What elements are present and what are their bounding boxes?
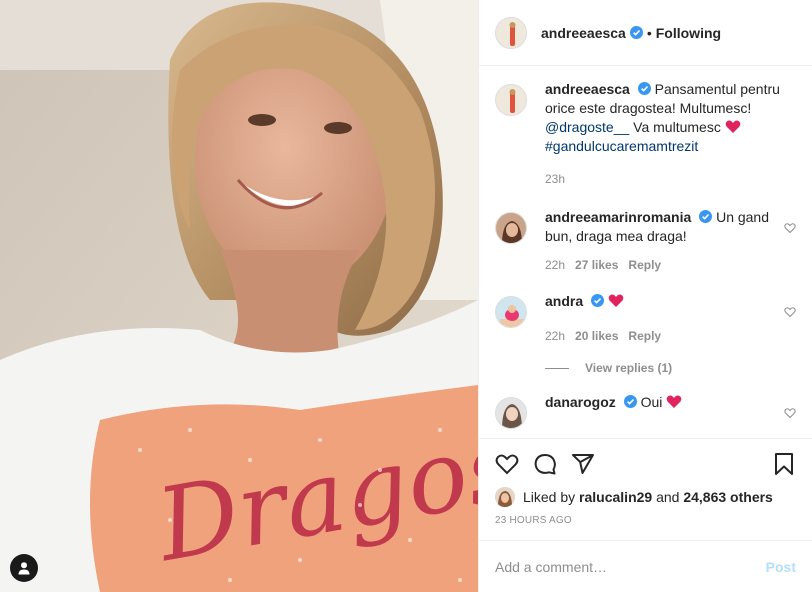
verified-icon: [623, 395, 637, 408]
verified-icon: [591, 294, 605, 307]
photo-scene: Dragoste: [0, 0, 478, 592]
comment-like-heart-icon[interactable]: [784, 407, 796, 419]
mention-link[interactable]: @dragoste__: [545, 119, 629, 135]
avatar[interactable]: [495, 84, 527, 116]
liked-by-user[interactable]: ralucalin29: [579, 489, 652, 505]
verified-icon: [637, 82, 651, 95]
red-heart-emoji-icon: [608, 294, 624, 307]
post-comment-button[interactable]: Post: [766, 559, 796, 575]
comment-input[interactable]: [495, 558, 766, 575]
avatar-image: [496, 297, 526, 327]
avatar-image: [496, 213, 526, 243]
caption-username[interactable]: andreeaesca: [545, 81, 630, 97]
reply-button[interactable]: Reply: [628, 329, 661, 343]
view-replies-label: View replies (1): [585, 361, 673, 375]
comment-username[interactable]: andra: [545, 293, 583, 309]
comment-likes[interactable]: 20 likes: [575, 329, 618, 343]
comment-likes[interactable]: 27 likes: [575, 258, 618, 272]
red-heart-emoji-icon: [725, 120, 741, 133]
comment-item: andra 22h 20 likes Reply: [495, 292, 796, 343]
comment-text: Oui: [640, 394, 663, 410]
liked-by-prefix: Liked by: [523, 489, 576, 505]
comment-icon[interactable]: [533, 452, 557, 476]
red-heart-emoji-icon: [666, 395, 682, 408]
reply-button[interactable]: Reply: [628, 258, 661, 272]
heart-icon[interactable]: [495, 452, 519, 476]
following-button[interactable]: Following: [656, 25, 721, 41]
post-photo[interactable]: Dragoste: [0, 0, 478, 592]
caption-text-after: Va multumesc: [633, 119, 721, 135]
caption: andreeaesca Pansamentul pentru orice est…: [495, 80, 796, 186]
view-replies-button[interactable]: View replies (1): [545, 361, 796, 375]
comment-like-heart-icon[interactable]: [784, 306, 796, 318]
separator-dot: •: [646, 24, 652, 41]
avatar-image: [496, 17, 526, 48]
author-username[interactable]: andreeaesca: [541, 25, 626, 41]
caption-time[interactable]: 23h: [545, 172, 565, 186]
comment-username[interactable]: danarogoz: [545, 394, 616, 410]
post-side-panel: andreeaesca • Following andreeaesca Pans…: [478, 0, 812, 592]
avatar[interactable]: [495, 397, 527, 429]
avatar[interactable]: [495, 296, 527, 328]
liker-avatar[interactable]: [495, 487, 515, 507]
post-timestamp[interactable]: 23 HOURS AGO: [495, 515, 796, 526]
post-header: andreeaesca • Following: [479, 0, 812, 66]
avatar[interactable]: [495, 16, 527, 49]
bookmark-icon[interactable]: [772, 452, 796, 476]
likes-count[interactable]: 24,863 others: [683, 489, 773, 505]
comment-username[interactable]: andreeamarinromania: [545, 209, 691, 225]
person-icon: [18, 562, 30, 575]
comment-item: andreeamarinromania Un gand bun, draga m…: [495, 208, 796, 272]
avatar-image: [496, 85, 526, 115]
avatar-image: [495, 487, 515, 507]
comment-like-heart-icon[interactable]: [784, 222, 796, 234]
verified-icon: [699, 210, 713, 223]
post-modal: Dragoste andreeaesca • Following andreea…: [0, 0, 812, 592]
post-actions: Liked by ralucalin29 and 24,863 others 2…: [479, 438, 812, 526]
comments-list[interactable]: andreeaesca Pansamentul pentru orice est…: [479, 66, 812, 438]
user-tag-icon[interactable]: [10, 554, 38, 582]
share-icon[interactable]: [571, 452, 595, 476]
avatar[interactable]: [495, 212, 527, 244]
comment-time[interactable]: 22h: [545, 258, 565, 272]
hashtag-link[interactable]: #gandulcucaremamtrezit: [545, 138, 698, 154]
view-replies-line: [545, 367, 569, 369]
liked-by-and: and: [656, 489, 680, 505]
comment-item: danarogoz Oui: [495, 393, 796, 429]
verified-icon: [629, 26, 643, 39]
likes-summary: Liked by ralucalin29 and 24,863 others: [495, 487, 796, 507]
add-comment-bar: Post: [479, 540, 812, 592]
avatar-image: [496, 398, 526, 428]
comment-time[interactable]: 22h: [545, 329, 565, 343]
